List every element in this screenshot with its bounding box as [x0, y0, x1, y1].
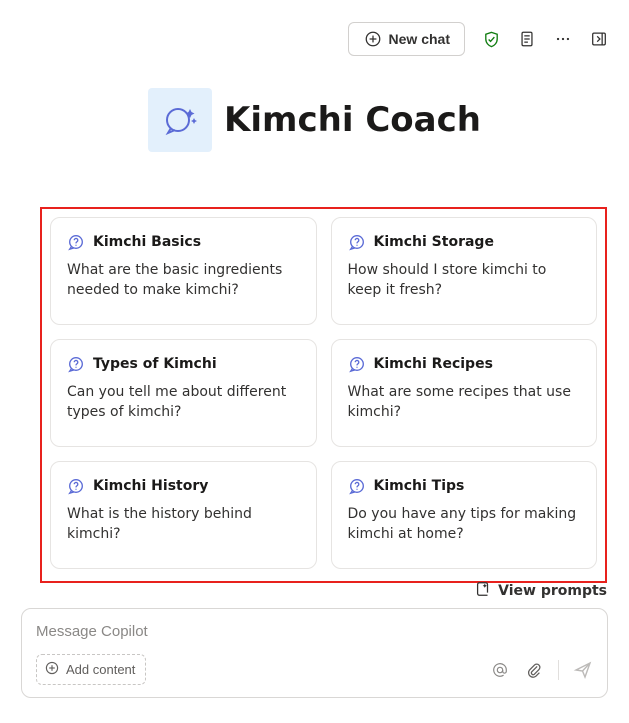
- prompt-title: Kimchi Basics: [93, 234, 201, 250]
- prompt-starters-area: Kimchi Basics What are the basic ingredi…: [40, 207, 607, 583]
- view-prompts-link[interactable]: View prompts: [474, 580, 607, 602]
- plus-circle-icon: [363, 29, 383, 49]
- prompt-card[interactable]: Kimchi Storage How should I store kimchi…: [331, 217, 598, 325]
- panel-toggle-icon[interactable]: [589, 29, 609, 49]
- prompt-title: Kimchi Tips: [374, 478, 465, 494]
- top-toolbar: New chat: [348, 22, 609, 56]
- page-title: Kimchi Coach: [224, 100, 481, 140]
- hero: Kimchi Coach: [0, 88, 629, 152]
- prompt-desc: Do you have any tips for making kimchi a…: [348, 505, 581, 544]
- prompt-grid: Kimchi Basics What are the basic ingredi…: [50, 217, 597, 569]
- chat-question-icon: [348, 233, 366, 251]
- new-chat-label: New chat: [389, 31, 450, 47]
- plus-circle-icon: [44, 660, 60, 679]
- compose-actions: [490, 660, 593, 680]
- shield-check-icon[interactable]: [481, 29, 501, 49]
- prompt-title: Kimchi Recipes: [374, 356, 493, 372]
- new-chat-button[interactable]: New chat: [348, 22, 465, 56]
- prompt-desc: What are the basic ingredients needed to…: [67, 261, 300, 300]
- prompt-title: Kimchi Storage: [374, 234, 494, 250]
- send-icon[interactable]: [573, 660, 593, 680]
- chat-question-icon: [67, 477, 85, 495]
- prompt-title: Types of Kimchi: [93, 356, 217, 372]
- prompt-card[interactable]: Kimchi Basics What are the basic ingredi…: [50, 217, 317, 325]
- divider: [558, 660, 559, 680]
- chat-question-icon: [348, 477, 366, 495]
- prompt-desc: What is the history behind kimchi?: [67, 505, 300, 544]
- attach-icon[interactable]: [524, 660, 544, 680]
- document-icon[interactable]: [517, 29, 537, 49]
- chat-question-icon: [67, 233, 85, 251]
- add-content-label: Add content: [66, 662, 135, 677]
- prompt-desc: Can you tell me about different types of…: [67, 383, 300, 422]
- chat-question-icon: [67, 355, 85, 373]
- book-sparkle-icon: [474, 580, 492, 602]
- prompt-card[interactable]: Types of Kimchi Can you tell me about di…: [50, 339, 317, 447]
- view-prompts-label: View prompts: [498, 583, 607, 599]
- prompt-card[interactable]: Kimchi Tips Do you have any tips for mak…: [331, 461, 598, 569]
- compose-box: Add content: [21, 608, 608, 698]
- prompt-card[interactable]: Kimchi Recipes What are some recipes tha…: [331, 339, 598, 447]
- add-content-button[interactable]: Add content: [36, 654, 146, 685]
- prompt-desc: How should I store kimchi to keep it fre…: [348, 261, 581, 300]
- chat-question-icon: [348, 355, 366, 373]
- prompt-desc: What are some recipes that use kimchi?: [348, 383, 581, 422]
- agent-avatar-icon: [148, 88, 212, 152]
- more-icon[interactable]: [553, 29, 573, 49]
- message-input[interactable]: [36, 623, 593, 640]
- mention-icon[interactable]: [490, 660, 510, 680]
- prompt-title: Kimchi History: [93, 478, 208, 494]
- prompt-card[interactable]: Kimchi History What is the history behin…: [50, 461, 317, 569]
